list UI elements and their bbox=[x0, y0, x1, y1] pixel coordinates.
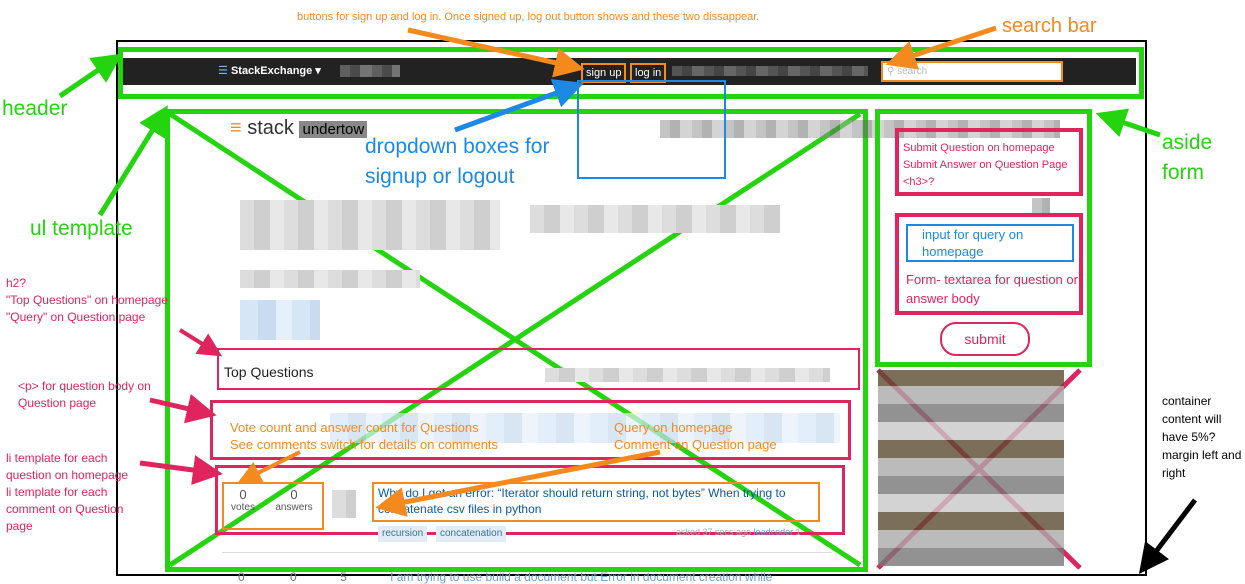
arrow-to-dropdown bbox=[454, 79, 585, 133]
arrow-to-header bbox=[58, 53, 123, 99]
arrow-to-h2 bbox=[178, 328, 223, 357]
arrow-to-votes bbox=[237, 450, 301, 484]
arrow-to-title bbox=[375, 449, 661, 517]
annotation-arrows bbox=[58, 25, 1197, 574]
arrow-to-aside bbox=[1095, 108, 1161, 138]
arrow-to-ul bbox=[97, 105, 168, 217]
arrow-to-search bbox=[885, 25, 997, 70]
arrow-to-buttons bbox=[407, 27, 585, 78]
arrow-to-container bbox=[1138, 498, 1197, 574]
arrow-to-li bbox=[139, 455, 223, 485]
arrow-to-p bbox=[149, 394, 217, 424]
